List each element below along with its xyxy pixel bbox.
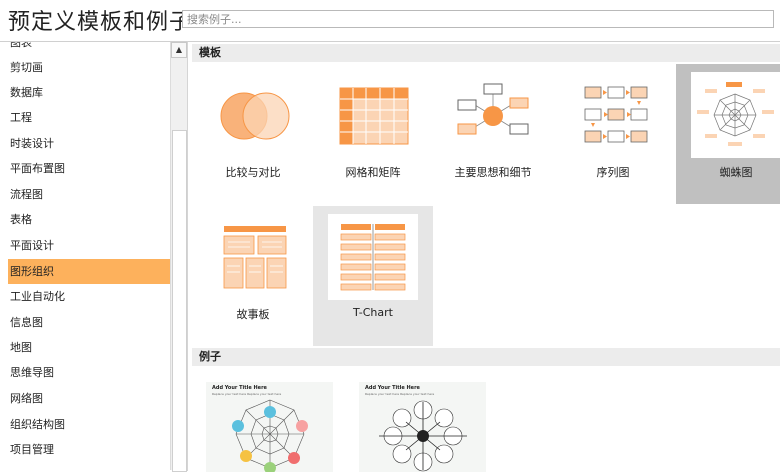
template-tile-spider-selected[interactable]: 蜘蛛图 xyxy=(676,64,780,204)
template-tile-main-idea[interactable]: 主要思想和细节 xyxy=(433,64,553,204)
template-label: 比较与对比 xyxy=(225,166,281,179)
section-header-examples: 例子 xyxy=(192,348,780,366)
venn-diagram-icon xyxy=(208,72,298,158)
template-panel: 模板 比较与对比 网格和矩阵 主要思想和细节 序列图 蜘蛛图 故事板 T-Cha… xyxy=(187,41,780,472)
category-item[interactable]: 组织结构图 xyxy=(8,412,170,437)
section-header-templates: 模板 xyxy=(192,44,780,62)
spider-map-icon xyxy=(691,72,780,158)
circle-map-example-icon xyxy=(379,400,467,472)
category-item[interactable]: 平面设计 xyxy=(8,233,170,258)
up-arrow-icon[interactable]: ▲ xyxy=(171,42,187,58)
main-idea-icon xyxy=(448,72,538,158)
scrollbar-thumb[interactable] xyxy=(172,130,187,472)
storyboard-icon xyxy=(208,214,298,300)
t-chart-icon xyxy=(328,214,418,300)
category-item[interactable]: 数据库 xyxy=(8,80,170,105)
template-label: 序列图 xyxy=(596,166,630,179)
category-list: 图表 剪切画 数据库 工程 时装设计 平面布置图 流程图 表格 平面设计 图形组… xyxy=(0,41,187,471)
category-item[interactable]: 剪切画 xyxy=(8,55,170,80)
category-item[interactable]: 项目管理 xyxy=(8,437,170,462)
example-thumbnail[interactable]: Add Your Title Here Replace your text he… xyxy=(359,382,486,472)
category-item-selected[interactable]: 图形组织 xyxy=(8,259,170,284)
template-label: T-Chart xyxy=(353,306,393,319)
category-item[interactable]: 表格 xyxy=(8,207,170,232)
category-scrollbar[interactable]: ▲ xyxy=(170,42,187,472)
category-item[interactable]: 工程 xyxy=(8,105,170,130)
template-tile-grid[interactable]: 网格和矩阵 xyxy=(313,64,433,204)
template-label: 故事板 xyxy=(236,308,270,321)
category-item[interactable]: 信息图 xyxy=(8,310,170,335)
category-item[interactable]: 地图 xyxy=(8,335,170,360)
grid-matrix-icon xyxy=(328,72,418,158)
category-item[interactable]: 工业自动化 xyxy=(8,284,170,309)
category-item[interactable]: 平面布置图 xyxy=(8,156,170,181)
category-item[interactable]: 时装设计 xyxy=(8,131,170,156)
example-thumbnail[interactable]: Add Your Title Here Replace your text he… xyxy=(206,382,333,472)
template-tile-tchart[interactable]: T-Chart xyxy=(313,206,433,346)
category-item[interactable]: 思维导图 xyxy=(8,360,170,385)
template-label: 主要思想和细节 xyxy=(454,166,532,179)
page-title: 预定义模板和例子 xyxy=(8,10,193,35)
template-tile-sequence[interactable]: 序列图 xyxy=(553,64,673,204)
template-tile-storyboard[interactable]: 故事板 xyxy=(193,206,313,346)
sequence-chart-icon xyxy=(568,72,658,158)
template-label: 网格和矩阵 xyxy=(345,166,401,179)
category-item[interactable]: 网络图 xyxy=(8,386,170,411)
category-item[interactable]: 流程图 xyxy=(8,182,170,207)
spider-example-icon xyxy=(232,399,308,472)
category-item[interactable]: 图表 xyxy=(8,42,170,55)
search-input[interactable] xyxy=(182,10,774,28)
template-label: 蜘蛛图 xyxy=(719,166,753,179)
template-tile-compare[interactable]: 比较与对比 xyxy=(193,64,313,204)
